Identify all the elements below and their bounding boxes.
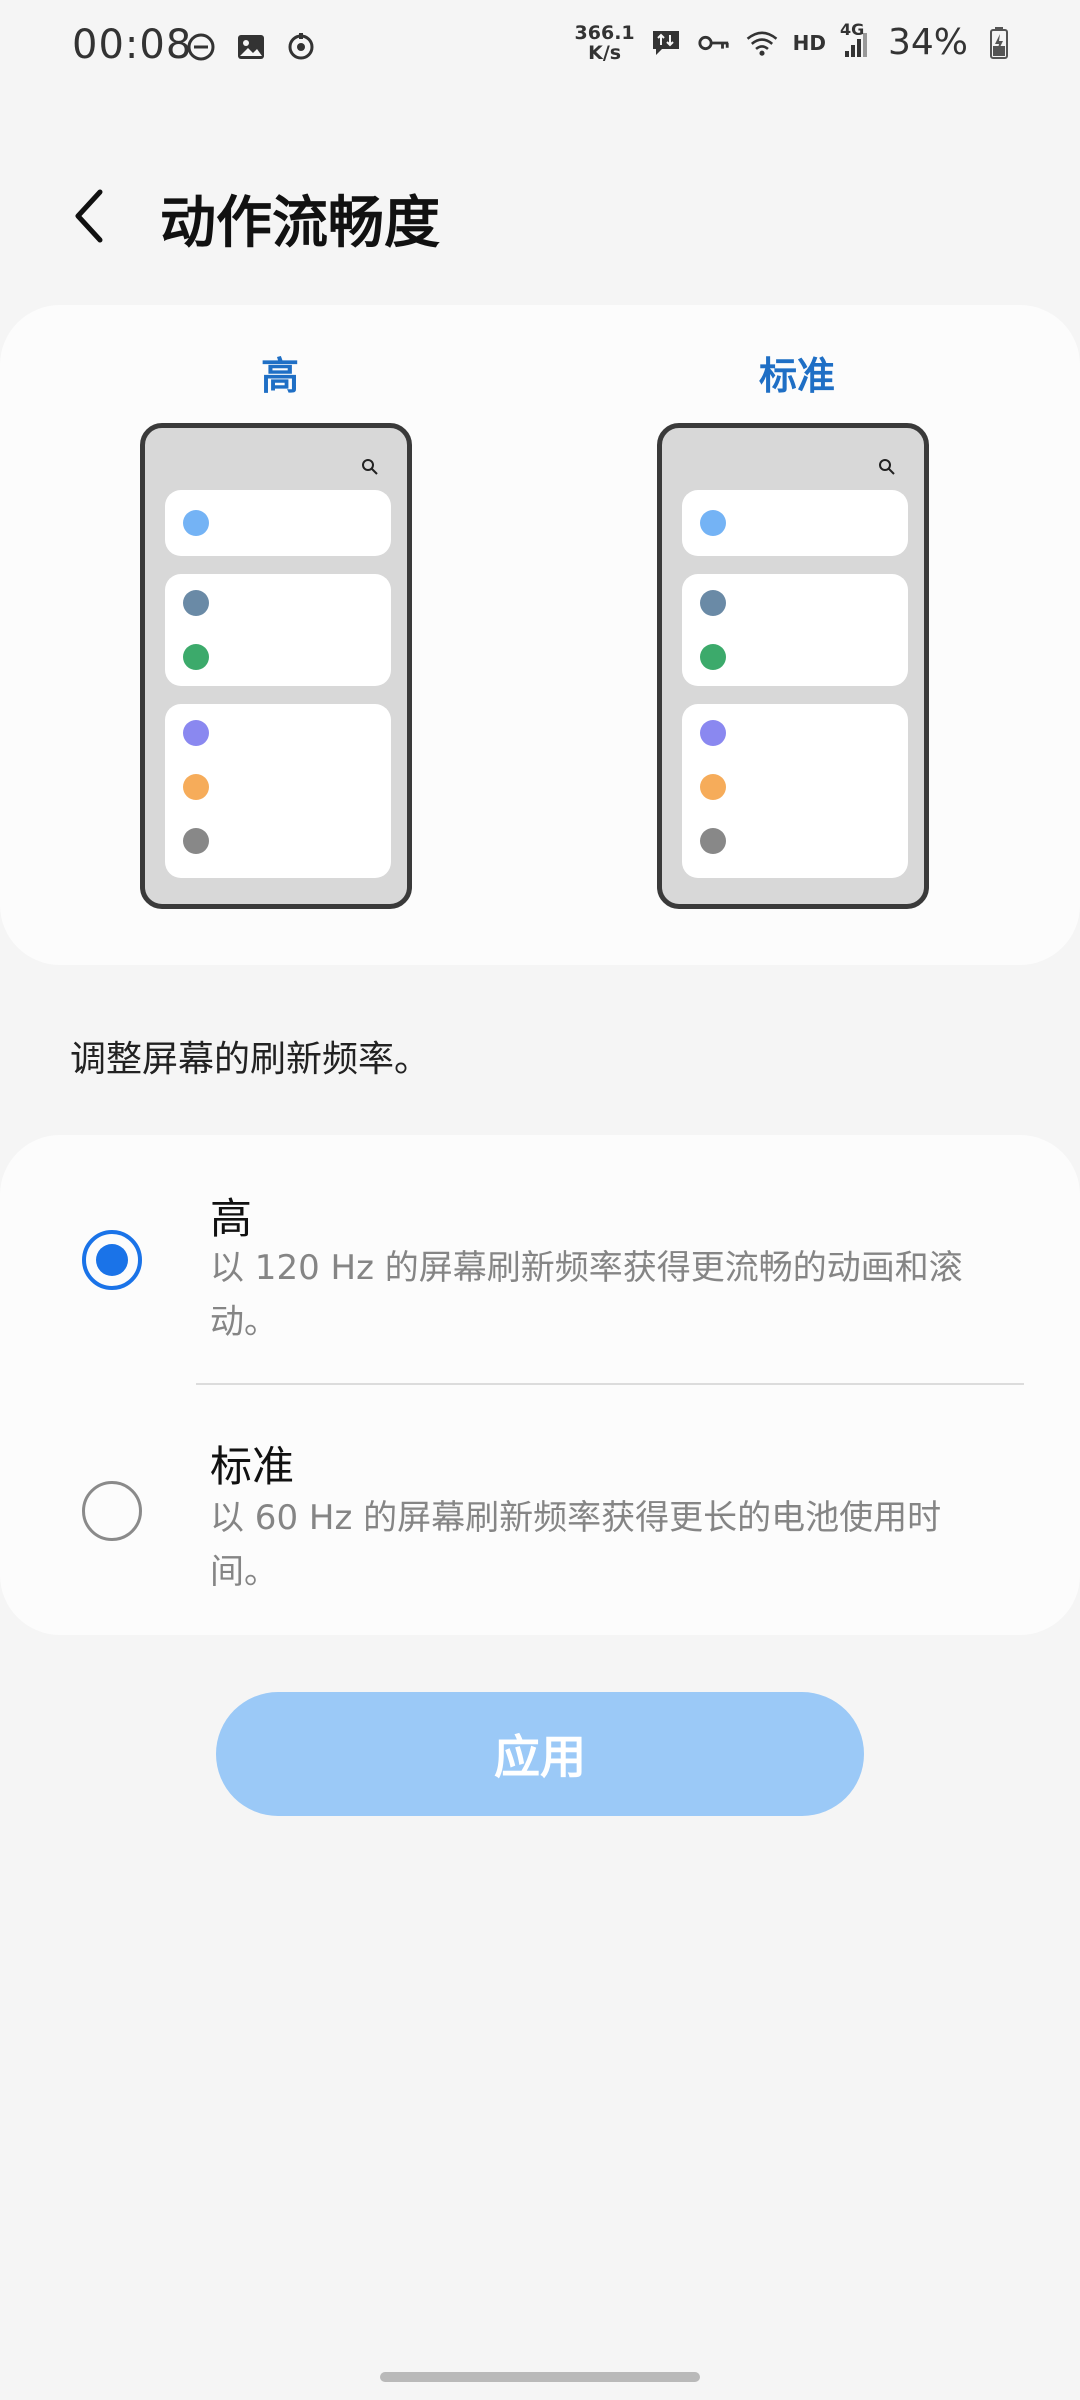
preview-dot [183,510,209,536]
hd-indicator: HD [792,30,826,55]
status-right-icons: 366.1 K/s HD 4G 34% [575,20,1016,63]
option-standard-subtitle: 以 60 Hz 的屏幕刷新频率获得更长的电池使用时间。 [210,1498,942,1592]
option-high-subtitle: 以 120 Hz 的屏幕刷新频率获得更流畅的动画和滚动。 [210,1248,963,1342]
page-title: 动作流畅度 [160,191,440,256]
net-speed-value: 366.1 [574,21,635,44]
phone-illustration-high [140,423,412,909]
search-icon [879,459,895,475]
preview-list-card [165,574,391,686]
option-high[interactable]: 高 以 120 Hz 的屏幕刷新频率获得更流畅的动画和滚动。 [0,1135,1080,1385]
chevron-left-icon [75,189,103,243]
preview-dot [183,774,209,800]
preview-dot [700,510,726,536]
preview-dot [700,644,726,670]
data-transfer-icon [649,26,683,60]
battery-charging-icon [982,26,1016,60]
signal-icon: 4G [840,20,874,60]
option-standard[interactable]: 标准 以 60 Hz 的屏幕刷新频率获得更长的电池使用时间。 [0,1385,1080,1635]
back-button[interactable] [56,180,120,252]
refresh-rate-options: 高 以 120 Hz 的屏幕刷新频率获得更流畅的动画和滚动。 标准 以 60 H… [0,1135,1080,1635]
status-bar: 00:08 366.1 K/s HD 4G 34% [0,0,1080,100]
preview-list-card [682,574,908,686]
preview-list-card [165,704,391,878]
description-text: 调整屏幕的刷新频率。 [70,1039,431,1080]
gesture-nav-bar[interactable] [380,2372,700,2382]
preview-dot [700,828,726,854]
radio-button-high[interactable] [82,1230,142,1290]
preview-list-card [682,704,908,878]
battery-percent: 34% [887,22,968,63]
net-speed: 366.1 K/s [575,23,635,63]
phone-illustration-standard [657,423,929,909]
apply-button[interactable]: 应用 [216,1692,864,1816]
vpn-key-icon [697,26,731,60]
preview-standard-label: 标准 [758,354,835,398]
preview-list-card [682,490,908,556]
preview-dot [183,720,209,746]
network-type: 4G [839,19,865,39]
preview-dot [183,828,209,854]
screen: 00:08 366.1 K/s HD 4G 34% 动作流畅度 高 标准 调整屏… [0,0,1080,2400]
wifi-icon [745,26,779,60]
preview-standard: 标准 [657,345,937,909]
preview-dot [700,590,726,616]
status-left-icons [184,30,318,64]
app-header: 动作流畅度 [0,150,1080,280]
search-icon [362,459,378,475]
preview-dot [183,644,209,670]
preview-dot [183,590,209,616]
status-time: 00:08 [72,22,193,68]
option-standard-title: 标准 [210,1442,295,1491]
preview-dot [700,774,726,800]
preview-card: 高 标准 [0,305,1080,965]
preview-list-card [165,490,391,556]
net-speed-unit: K/s [588,41,622,64]
preview-high-label: 高 [260,354,299,398]
sync-icon [284,30,318,64]
option-high-title: 高 [210,1194,253,1243]
radio-button-standard[interactable] [82,1481,142,1541]
image-icon [234,30,268,64]
dnd-icon [184,30,218,64]
preview-dot [700,720,726,746]
preview-high: 高 [140,345,420,909]
